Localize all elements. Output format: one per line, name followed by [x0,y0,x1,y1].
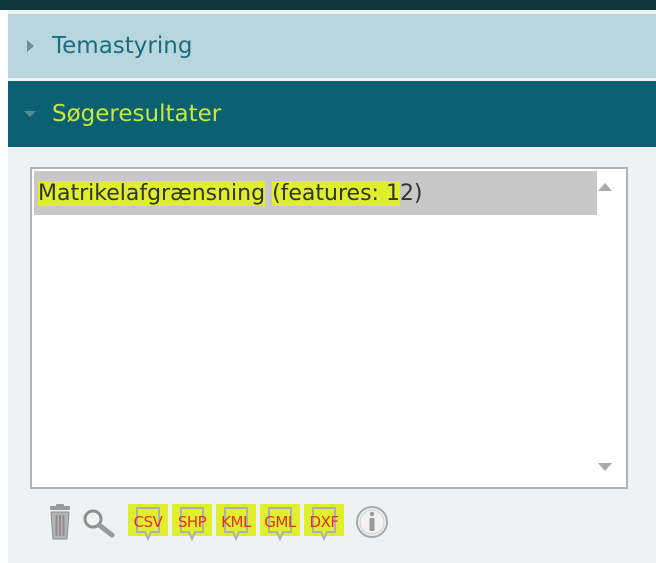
export-csv-button[interactable]: CSV [128,504,168,542]
trash-icon[interactable] [48,504,72,540]
result-count-tail: 2) [399,180,423,206]
export-gml-label: GML [264,513,296,531]
export-kml-button[interactable]: KML [216,504,256,542]
export-shp-button[interactable]: SHP [172,504,212,542]
info-icon[interactable] [354,504,390,540]
accordion-label-sogeresultater: Søgeresultater [52,101,222,127]
list-item-label: Matrikelafgrænsning (features: 12) [38,180,423,206]
side-panel: Temastyring Søgeresultater Matrikelafgræ… [8,10,656,563]
accordion-header-sogeresultater[interactable]: Søgeresultater [8,81,656,147]
search-results-list[interactable]: Matrikelafgrænsning (features: 12) [30,167,628,489]
export-csv-label: CSV [133,513,163,531]
result-count: (features: 1 [272,180,400,206]
accordion-label-temastyring: Temastyring [52,33,193,59]
scroll-up-arrow-icon[interactable] [598,183,612,191]
export-shp-label: SHP [177,513,207,531]
export-dxf-button[interactable]: DXF [304,504,344,542]
results-toolbar: CSV SHP KML GML DXF [38,502,398,542]
top-border [0,0,656,10]
export-gml-button[interactable]: GML [260,504,300,542]
accordion-header-temastyring[interactable]: Temastyring [8,14,656,78]
triangle-down-icon [8,111,52,117]
result-name: Matrikelafgrænsning [38,180,266,206]
export-kml-label: KML [221,513,251,531]
search-icon[interactable] [82,508,116,538]
list-item[interactable]: Matrikelafgrænsning (features: 12) [34,171,597,215]
export-dxf-label: DXF [309,513,339,531]
scroll-down-arrow-icon[interactable] [598,463,612,471]
triangle-right-icon [8,40,52,52]
